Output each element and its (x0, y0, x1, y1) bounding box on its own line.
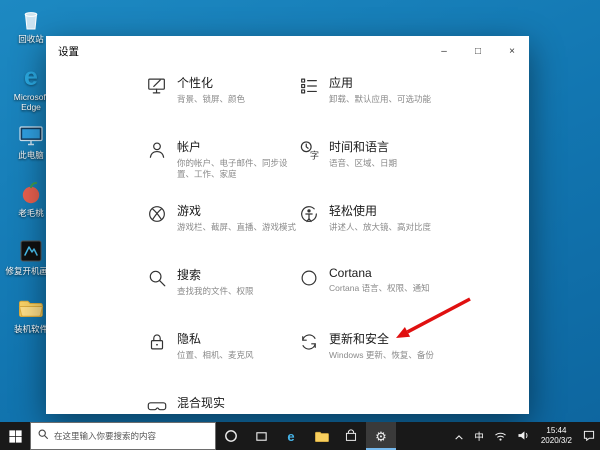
windows-logo-icon (8, 429, 22, 443)
svg-text:字: 字 (310, 150, 319, 161)
category-subtitle: 背景、锁屏、颜色 (177, 94, 246, 104)
hidden-icons-button[interactable] (449, 422, 469, 450)
time-language-icon: 字 (298, 139, 320, 161)
category-subtitle: 游戏栏、截屏、直播、游戏模式 (177, 222, 297, 232)
this-pc-icon (17, 121, 45, 149)
category-subtitle: 卸载、默认应用、可选功能 (329, 94, 432, 104)
category-search[interactable]: 搜索 查找我的文件、权限 (146, 266, 298, 330)
action-center-button[interactable] (578, 422, 600, 450)
minimize-button[interactable]: – (427, 36, 461, 66)
taskbar-search-input[interactable]: 在这里输入你要搜索的内容 (30, 422, 216, 450)
apps-icon (298, 75, 320, 97)
cortana-button[interactable] (216, 422, 246, 450)
category-title: 游戏 (177, 204, 202, 218)
start-button[interactable] (0, 422, 30, 450)
category-title: 帐户 (177, 140, 202, 154)
edge-icon: e (287, 428, 295, 444)
task-view-icon (255, 430, 268, 443)
search-icon (146, 267, 168, 289)
boot-repair-icon (17, 237, 45, 265)
desktop-icon-label: 回收站 (18, 34, 44, 44)
settings-window: 设置 – □ × 个性化 背景、锁屏、颜色 应用 卸载、默认应用、可选功能 帐户… (46, 36, 529, 414)
system-tray: 中 15:44 2020/3/2 (449, 422, 600, 450)
category-cortana[interactable]: Cortana Cortana 语言、权限、通知 (298, 266, 450, 330)
category-mixed-reality[interactable]: 混合现实 环境、音频、显示 (146, 394, 298, 414)
recycle-bin-icon (17, 5, 45, 33)
ease-of-access-icon (298, 203, 320, 225)
taskbar-file-explorer-button[interactable] (306, 422, 336, 450)
accounts-icon (146, 139, 168, 161)
task-view-button[interactable] (246, 422, 276, 450)
category-title: 轻松使用 (329, 204, 378, 218)
category-personalization[interactable]: 个性化 背景、锁屏、颜色 (146, 74, 298, 138)
taskbar-edge-button[interactable]: e (276, 422, 306, 450)
category-gaming[interactable]: 游戏 游戏栏、截屏、直播、游戏模式 (146, 202, 298, 266)
category-subtitle: 位置、相机、麦克风 (177, 350, 254, 360)
maximize-button[interactable]: □ (461, 36, 495, 66)
cortana-circle-icon (224, 429, 238, 443)
category-title: 搜索 (177, 268, 202, 282)
folder-icon (17, 295, 45, 323)
chevron-up-icon (454, 429, 464, 444)
category-apps[interactable]: 应用 卸载、默认应用、可选功能 (298, 74, 450, 138)
taskbar-clock[interactable]: 15:44 2020/3/2 (535, 422, 578, 450)
category-update-security[interactable]: 更新和安全 Windows 更新、恢复、备份 (298, 330, 450, 394)
category-title: 隐私 (177, 332, 202, 346)
ime-indicator[interactable]: 中 (469, 422, 489, 450)
volume-button[interactable] (512, 422, 535, 450)
notification-icon (583, 429, 595, 444)
desktop-icon-label: 老毛桃 (18, 208, 44, 218)
mixed-reality-icon (146, 395, 168, 414)
window-title: 设置 (58, 45, 79, 58)
category-ease-of-access[interactable]: 轻松使用 讲述人、放大镜、高对比度 (298, 202, 450, 266)
window-controls: – □ × (427, 36, 529, 66)
peach-tool-icon (17, 179, 45, 207)
category-time-language[interactable]: 字 时间和语言 语音、区域、日期 (298, 138, 450, 202)
close-button[interactable]: × (495, 36, 529, 66)
privacy-lock-icon (146, 331, 168, 353)
clock-date: 2020/3/2 (540, 436, 572, 445)
taskbar: 在这里输入你要搜索的内容 e ⚙ 中 15:44 2020/3/2 (0, 422, 600, 450)
category-subtitle: 你的帐户、电子邮件、同步设置、工作、家庭 (177, 158, 288, 180)
category-title: 个性化 (177, 76, 214, 90)
category-title: 混合现实 (177, 396, 226, 410)
wifi-icon (494, 429, 507, 444)
taskbar-settings-button[interactable]: ⚙ (366, 422, 396, 450)
category-accounts[interactable]: 帐户 你的帐户、电子邮件、同步设置、工作、家庭 (146, 138, 298, 202)
search-placeholder: 在这里输入你要搜索的内容 (54, 431, 157, 441)
category-title: 更新和安全 (329, 332, 390, 346)
search-icon (38, 427, 49, 445)
window-titlebar[interactable]: 设置 – □ × (46, 36, 529, 66)
category-title: 应用 (329, 76, 354, 90)
category-subtitle: 讲述人、放大镜、高对比度 (329, 222, 432, 232)
update-security-icon (298, 331, 320, 353)
gear-icon: ⚙ (375, 428, 387, 444)
category-subtitle: 语音、区域、日期 (329, 158, 398, 168)
category-title: 时间和语言 (329, 140, 390, 154)
cortana-icon (298, 267, 320, 289)
category-title: Cortana (329, 266, 372, 280)
clock-time: 15:44 (546, 426, 567, 435)
desktop-icon-label: 装机软件 (13, 324, 48, 334)
network-button[interactable] (489, 422, 512, 450)
category-subtitle: Cortana 语言、权限、通知 (329, 283, 430, 293)
category-subtitle: Windows 更新、恢复、备份 (329, 350, 434, 360)
desktop-icon-label: 此电脑 (18, 150, 44, 160)
edge-icon: e (24, 62, 38, 91)
gaming-icon (146, 203, 168, 225)
file-explorer-icon (314, 429, 329, 444)
store-icon (344, 429, 358, 443)
category-privacy[interactable]: 隐私 位置、相机、麦克风 (146, 330, 298, 394)
personalization-icon (146, 75, 168, 97)
category-subtitle: 查找我的文件、权限 (177, 286, 254, 296)
speaker-icon (517, 429, 530, 444)
taskbar-store-button[interactable] (336, 422, 366, 450)
settings-category-grid: 个性化 背景、锁屏、颜色 应用 卸载、默认应用、可选功能 帐户 你的帐户、电子邮… (146, 74, 450, 414)
